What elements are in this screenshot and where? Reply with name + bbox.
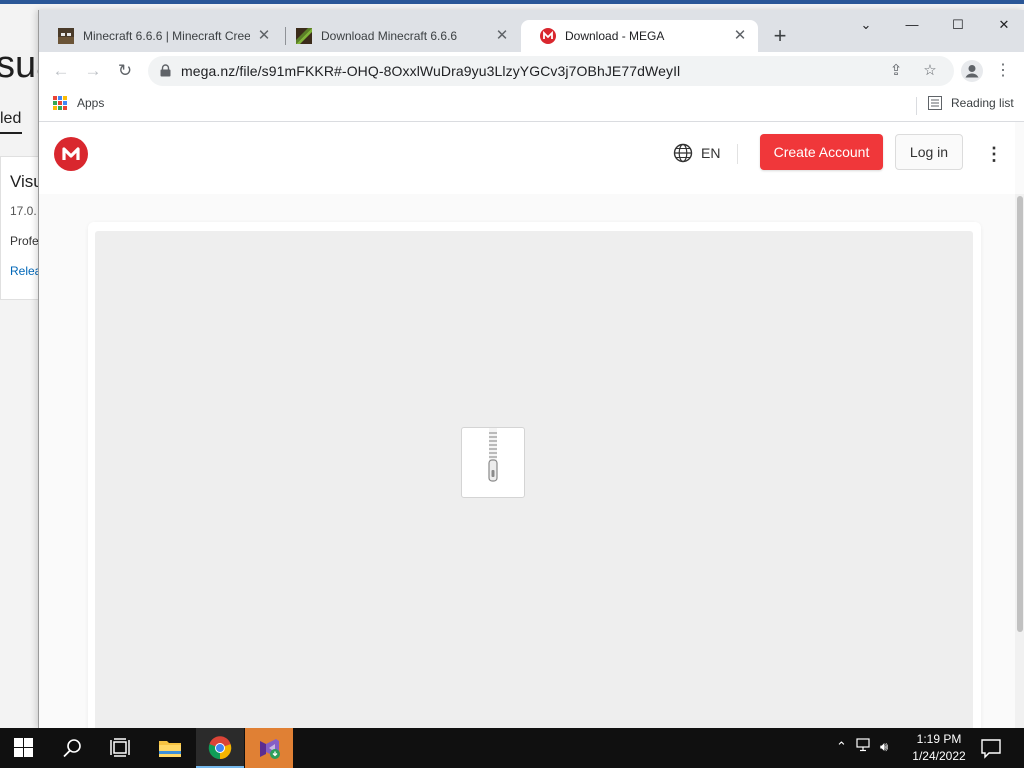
visual-studio-installer-button[interactable]	[245, 728, 293, 768]
create-account-button[interactable]: Create Account	[760, 134, 883, 170]
page-menu-button[interactable]: ⋮	[985, 142, 1003, 166]
volume-icon[interactable]: 🔊︎	[880, 739, 898, 755]
header-divider	[737, 144, 738, 164]
minecraft-creeper-icon	[58, 28, 74, 44]
login-button[interactable]: Log in	[895, 134, 963, 170]
tab-title: Download - MEGA	[565, 29, 665, 43]
back-button[interactable]: ←	[49, 60, 73, 82]
tab-minecraft-creeper[interactable]: Minecraft 6.6.6 | Minecraft Creep ✕	[39, 20, 282, 52]
bookmark-star-icon[interactable]: ☆	[920, 61, 940, 81]
visual-studio-installer-icon	[260, 739, 280, 759]
address-bar[interactable]: mega.nz/file/s91mFKKR#-OHQ-8OxxlWuDra9yu…	[148, 56, 954, 86]
task-view-icon	[110, 738, 130, 757]
reading-list-label: Reading list	[951, 96, 1014, 110]
share-icon[interactable]: ⇪	[886, 61, 906, 81]
forward-button[interactable]: →	[81, 60, 105, 82]
apps-shortcut[interactable]: Apps	[53, 96, 104, 110]
apps-grid-icon	[53, 96, 67, 110]
file-preview-area	[95, 231, 973, 728]
close-window-button[interactable]: ✕	[989, 15, 1019, 35]
minecraft-grass-icon	[296, 28, 312, 44]
close-icon[interactable]: ✕	[732, 28, 748, 44]
clock[interactable]: 1:19 PM 1/24/2022	[898, 731, 980, 765]
zipper-icon	[488, 428, 498, 482]
lock-icon	[160, 64, 171, 77]
network-icon[interactable]	[856, 738, 880, 755]
arrow-left-icon: ←	[52, 61, 70, 80]
language-selector[interactable]: EN	[673, 143, 720, 163]
windows-logo-icon	[14, 738, 33, 757]
mega-header: EN Create Account Log in ⋮	[39, 122, 1015, 194]
profile-avatar[interactable]	[961, 60, 983, 82]
clock-date: 1/24/2022	[912, 749, 966, 763]
chrome-window: Minecraft 6.6.6 | Minecraft Creep ✕ Down…	[38, 10, 1024, 728]
tab-title: Minecraft 6.6.6 | Minecraft Creep	[83, 29, 250, 43]
chrome-icon	[208, 736, 232, 760]
folder-icon	[159, 741, 181, 757]
tab-download-mega[interactable]: Download - MEGA ✕	[521, 20, 758, 52]
bookmarks-bar: Apps Reading list	[39, 90, 1024, 122]
tab-search-button[interactable]: ⌄	[851, 15, 881, 35]
url-text: mega.nz/file/s91mFKKR#-OHQ-8OxxlWuDra9yu…	[181, 63, 681, 79]
background-app-titlebar	[0, 0, 1024, 4]
person-icon	[965, 65, 979, 78]
close-icon[interactable]: ✕	[494, 28, 510, 44]
arrow-right-icon: →	[84, 61, 102, 80]
zip-file-icon	[461, 427, 525, 498]
chrome-taskbar-button[interactable]	[196, 728, 244, 768]
tab-strip: Minecraft 6.6.6 | Minecraft Creep ✕ Down…	[39, 10, 1024, 52]
close-icon[interactable]: ✕	[256, 28, 272, 44]
search-button[interactable]	[48, 728, 96, 768]
reading-list-icon	[928, 96, 942, 110]
network-monitor-icon	[856, 738, 870, 752]
product-version: 17.0.	[10, 204, 37, 218]
mega-logo-icon	[62, 147, 80, 160]
new-tab-button[interactable]: +	[768, 25, 792, 49]
clock-time: 1:19 PM	[916, 732, 962, 746]
minimize-button[interactable]: —	[897, 15, 927, 35]
mega-icon	[540, 28, 556, 44]
mega-logo[interactable]	[54, 137, 88, 171]
start-button[interactable]	[0, 728, 48, 768]
page-scrollbar[interactable]	[1015, 194, 1024, 728]
windows-taskbar: ⌃ 🔊︎ 1:19 PM 1/24/2022	[0, 728, 1024, 768]
file-explorer-button[interactable]	[146, 728, 194, 768]
apps-label: Apps	[77, 96, 105, 110]
mega-download-page: EN Create Account Log in ⋮	[39, 122, 1024, 728]
chevron-up-icon[interactable]: ⌃	[836, 739, 852, 755]
product-edition: Profe	[10, 234, 39, 248]
task-view-button[interactable]	[96, 728, 144, 768]
notification-center-button[interactable]	[980, 737, 1002, 759]
reading-list-button[interactable]: Reading list	[928, 96, 1014, 110]
scrollbar-thumb[interactable]	[1017, 196, 1023, 632]
reload-button[interactable]: ↻	[113, 60, 137, 82]
tab-download-minecraft[interactable]: Download Minecraft 6.6.6 ✕	[277, 20, 520, 52]
maximize-button[interactable]: ☐	[943, 15, 973, 35]
chrome-menu-button[interactable]: ⋮	[995, 59, 1011, 83]
bookmarks-divider	[916, 97, 917, 115]
release-notes-link[interactable]: Relea	[10, 264, 40, 278]
background-app-product-card[interactable]: Visu 17.0. Profe Relea	[0, 156, 40, 300]
language-label: EN	[701, 145, 721, 161]
tab-title: Download Minecraft 6.6.6	[321, 29, 458, 43]
product-name: Visu	[10, 172, 40, 191]
reload-icon: ↻	[117, 61, 133, 80]
notification-icon	[981, 739, 1001, 759]
browser-toolbar: ← → ↻ mega.nz/file/s91mFKKR#-OHQ-8OxxlWu…	[39, 52, 1024, 90]
background-app-tab[interactable]: led	[0, 110, 22, 134]
globe-icon	[673, 143, 693, 163]
system-tray: ⌃ 🔊︎	[836, 738, 898, 755]
search-icon	[63, 739, 81, 758]
